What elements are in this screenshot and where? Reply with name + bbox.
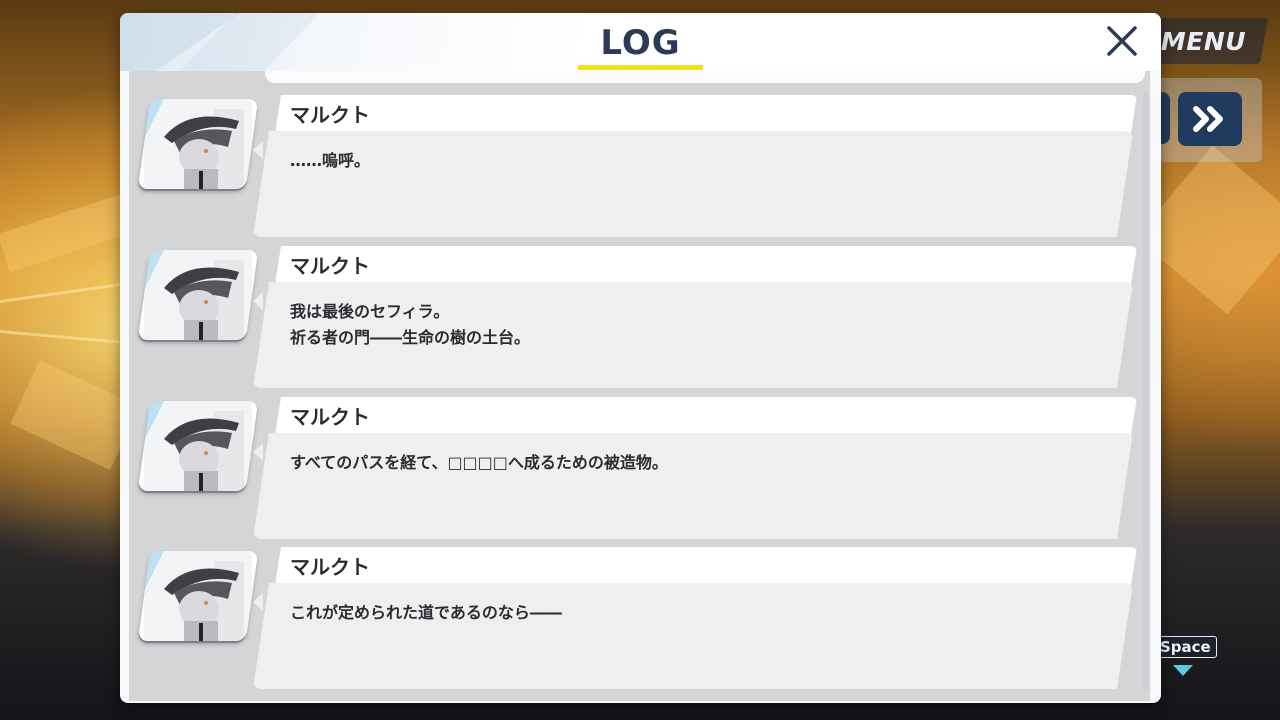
speaker-portrait <box>137 401 259 491</box>
light-beam <box>0 330 130 345</box>
log-title: LOG <box>600 23 681 63</box>
previous-entry-edge <box>265 71 1145 83</box>
dialogue-line: すべてのパスを経て、□□□□へ成るための被造物。 <box>290 453 668 472</box>
light-beam <box>0 280 139 303</box>
log-header: LOG <box>120 13 1161 71</box>
title-underline <box>578 65 703 70</box>
dialogue-line: ……嗚呼。 <box>290 151 371 170</box>
close-button[interactable] <box>1102 21 1142 61</box>
log-entry: マルクト これが定められた道であるのなら―― <box>129 547 1150 689</box>
speaker-name-plate <box>275 246 1137 284</box>
advance-arrow-icon <box>1173 665 1193 676</box>
speaker-portrait <box>137 551 259 641</box>
speaker-name-plate <box>275 547 1137 585</box>
dialogue-line: 祈る者の門――生命の樹の土台。 <box>290 328 531 347</box>
log-entry: マルクト すべてのパスを経て、□□□□へ成るための被造物。 <box>129 397 1150 539</box>
speaker-name: マルクト <box>290 254 370 278</box>
dialogue-line: 我は最後のセフィラ。 <box>290 302 450 321</box>
menu-button[interactable]: MENU <box>1143 18 1269 64</box>
dialogue-line: これが定められた道であるのなら―― <box>290 603 562 622</box>
log-list[interactable]: マルクト ……嗚呼。 マルクト 我は最後のセフィラ。 祈る者の門――生命の樹の土… <box>129 71 1150 701</box>
double-chevron-right-icon <box>1193 106 1223 132</box>
speaker-name-plate <box>275 95 1137 133</box>
bubble-tail <box>253 593 263 611</box>
skip-button[interactable] <box>1178 92 1242 146</box>
log-panel: LOG マルクト ……嗚呼。 マルクト 我は最後のセフィラ。 祈る者の門――生命… <box>120 13 1161 703</box>
speaker-name: マルクト <box>290 103 370 127</box>
speaker-name: マルクト <box>290 555 370 579</box>
dialogue-bubble <box>253 131 1133 237</box>
close-icon <box>1107 26 1137 56</box>
log-entry: マルクト 我は最後のセフィラ。 祈る者の門――生命の樹の土台。 <box>129 246 1150 388</box>
bubble-tail <box>253 292 263 310</box>
menu-label: MENU <box>1160 26 1246 56</box>
speaker-portrait <box>137 99 259 189</box>
speaker-name: マルクト <box>290 405 370 429</box>
space-key-hint: Space <box>1154 636 1217 658</box>
bubble-tail <box>253 141 263 159</box>
speaker-portrait <box>137 250 259 340</box>
speaker-name-plate <box>275 397 1137 435</box>
bubble-tail <box>253 443 263 461</box>
log-entry: マルクト ……嗚呼。 <box>129 95 1150 237</box>
